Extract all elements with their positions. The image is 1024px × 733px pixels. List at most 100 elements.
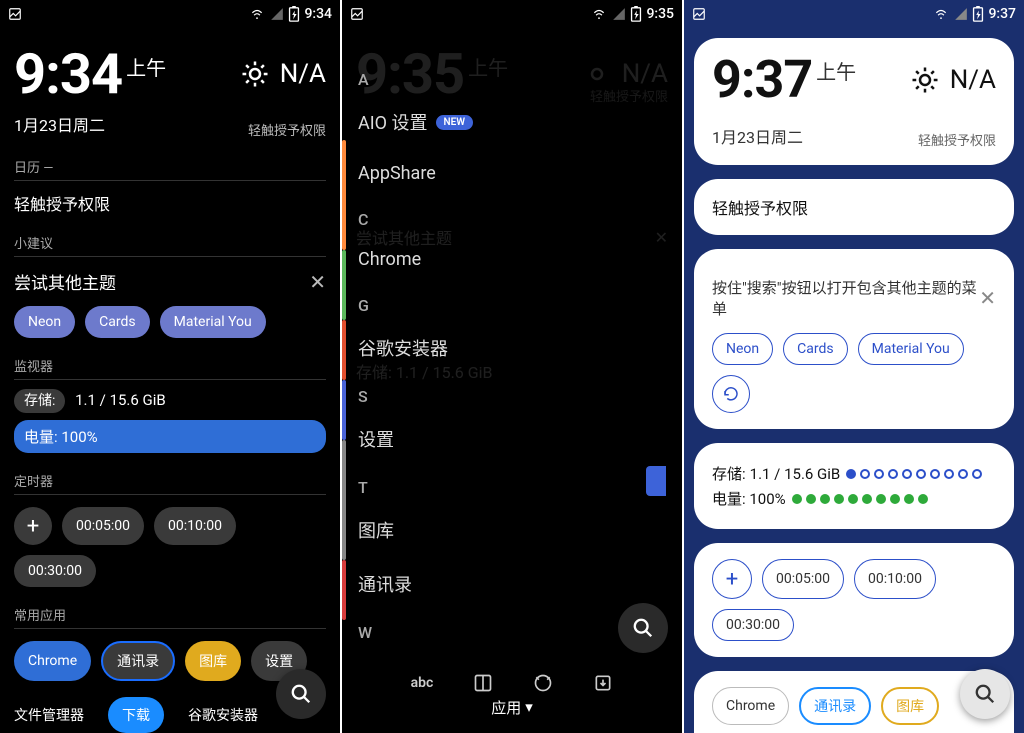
theme-hint: 按住"搜索"按钮以打开包含其他主题的菜单 — [712, 277, 979, 319]
timer-3-chip[interactable]: 00:30:00 — [14, 555, 96, 587]
clock-icon[interactable] — [533, 673, 553, 693]
download-icon[interactable] — [593, 673, 613, 693]
timer-1-chip[interactable]: 00:05:00 — [762, 559, 844, 599]
abc-sort-button[interactable]: abc — [411, 675, 434, 691]
section-T: T — [358, 478, 666, 497]
timer-2-chip[interactable]: 00:10:00 — [154, 507, 236, 545]
theme-materialyou-chip[interactable]: Material You — [858, 333, 964, 365]
battery-label: 电量: 100% — [712, 488, 786, 509]
search-fab[interactable] — [276, 669, 326, 719]
search-fab[interactable] — [618, 603, 668, 653]
app-aio-settings[interactable]: AIO 设置 NEW — [358, 95, 666, 149]
wifi-icon — [590, 7, 608, 21]
storage-value: 1.1 / 15.6 GiB — [75, 391, 166, 409]
wifi-icon — [248, 7, 266, 21]
timer-3-chip[interactable]: 00:30:00 — [712, 609, 794, 641]
storage-label: 存储: — [14, 389, 65, 413]
signal-icon — [270, 7, 284, 21]
drawer-title[interactable]: 应用 ▾ — [491, 697, 533, 718]
status-bar: 9:35 — [342, 0, 682, 28]
try-themes-label: 尝试其他主题 — [14, 269, 116, 294]
search-fab[interactable] — [960, 669, 1010, 719]
app-settings[interactable]: 设置 — [358, 412, 666, 466]
close-icon[interactable]: ✕ — [309, 270, 326, 294]
signal-icon — [612, 7, 626, 21]
theme-cards-chip[interactable]: Cards — [85, 306, 149, 338]
clock-weather-card: 9:37上午 N/A 1月23日周二 轻触授予权限 — [694, 38, 1014, 165]
app-contacts[interactable]: 通讯录 — [358, 557, 666, 611]
grid-icon[interactable] — [473, 673, 493, 693]
status-time: 9:37 — [988, 6, 1016, 22]
status-time: 9:35 — [646, 6, 674, 22]
clock-time: 9:37 — [712, 49, 812, 110]
battery-icon — [630, 6, 642, 22]
app-gallery-chip[interactable]: 图库 — [185, 641, 241, 681]
storage-row[interactable]: 存储: 1.1 / 15.6 GiB — [712, 463, 996, 484]
timers-card: + 00:05:00 00:10:00 00:30:00 — [694, 543, 1014, 657]
storage-dots — [846, 469, 982, 479]
themes-card: 按住"搜索"按钮以打开包含其他主题的菜单 ✕ Neon Cards Materi… — [694, 249, 1014, 429]
clock-time: 9:34 — [14, 41, 122, 107]
timer-label: 定时器 — [14, 471, 326, 490]
suggestions-label: 小建议 — [14, 233, 326, 252]
undo-button[interactable] — [712, 375, 750, 413]
battery-row[interactable]: 电量: 100% — [14, 420, 326, 453]
weather-na: N/A — [950, 65, 996, 95]
picture-icon — [692, 7, 706, 21]
theme-neon-chip[interactable]: Neon — [712, 333, 773, 365]
sun-icon — [240, 59, 270, 89]
weather-na: N/A — [280, 59, 326, 89]
app-gallery-chip[interactable]: 图库 — [881, 687, 939, 725]
app-gallery[interactable]: 图库 — [358, 503, 666, 557]
undo-icon — [722, 385, 740, 403]
settings-highlight — [646, 466, 666, 496]
search-icon — [290, 683, 312, 705]
storage-label: 存储: — [712, 463, 746, 484]
theme-neon-chip[interactable]: Neon — [14, 306, 75, 338]
add-timer-button[interactable]: + — [14, 507, 52, 545]
storage-row[interactable]: 存储: 1.1 / 15.6 GiB — [14, 390, 326, 410]
timer-1-chip[interactable]: 00:05:00 — [62, 507, 144, 545]
app-google-installer[interactable]: 谷歌安装器 — [358, 321, 666, 375]
clock-ampm: 上午 — [126, 56, 166, 80]
new-badge: NEW — [436, 115, 474, 130]
app-chrome[interactable]: Chrome — [358, 235, 666, 284]
battery-row[interactable]: 电量: 100% — [712, 488, 996, 509]
apps-label: 常用应用 — [14, 605, 326, 624]
theme-materialyou-chip[interactable]: Material You — [160, 306, 266, 338]
battery-icon — [972, 6, 984, 22]
section-S: S — [358, 387, 666, 406]
section-A: A — [358, 70, 666, 89]
app-download-chip[interactable]: 下载 — [108, 697, 164, 733]
status-bar: 9:34 — [0, 0, 340, 28]
close-icon[interactable]: ✕ — [979, 286, 996, 310]
clock-weather-row: 9:34上午 N/A — [14, 46, 326, 102]
app-contacts-chip[interactable]: 通讯录 — [799, 687, 871, 725]
search-icon — [632, 617, 654, 639]
chevron-down-icon: ▾ — [525, 698, 533, 716]
app-chrome-chip[interactable]: Chrome — [712, 687, 789, 725]
search-icon — [974, 683, 996, 705]
app-files-chip[interactable]: 文件管理器 — [14, 697, 98, 733]
calendar-perm-line[interactable]: 轻触授予权限 — [14, 191, 326, 215]
app-appshare[interactable]: AppShare — [358, 149, 666, 198]
calendar-section-label: 日历 — — [14, 157, 326, 176]
theme-cards-chip[interactable]: Cards — [783, 333, 847, 365]
app-ginstaller-chip[interactable]: 谷歌安装器 — [174, 697, 272, 733]
weather-widget[interactable]: N/A — [240, 59, 326, 89]
app-chrome-chip[interactable]: Chrome — [14, 641, 91, 681]
monitor-card: 存储: 1.1 / 15.6 GiB 电量: 100% — [694, 443, 1014, 529]
status-bar: 9:37 — [684, 0, 1024, 28]
add-timer-button[interactable]: + — [712, 559, 752, 599]
timer-2-chip[interactable]: 00:10:00 — [854, 559, 936, 599]
battery-icon — [288, 6, 300, 22]
calendar-perm-card[interactable]: 轻触授予权限 — [694, 179, 1014, 235]
weather-widget[interactable]: N/A — [910, 65, 996, 95]
section-G: G — [358, 296, 666, 315]
monitor-label: 监视器 — [14, 356, 326, 375]
app-contacts-chip[interactable]: 通讯录 — [101, 641, 175, 681]
drawer-bottom-bar: abc 应用 ▾ — [342, 657, 682, 733]
picture-icon — [350, 7, 364, 21]
battery-dots — [792, 494, 928, 504]
clock-ampm: 上午 — [816, 60, 856, 84]
